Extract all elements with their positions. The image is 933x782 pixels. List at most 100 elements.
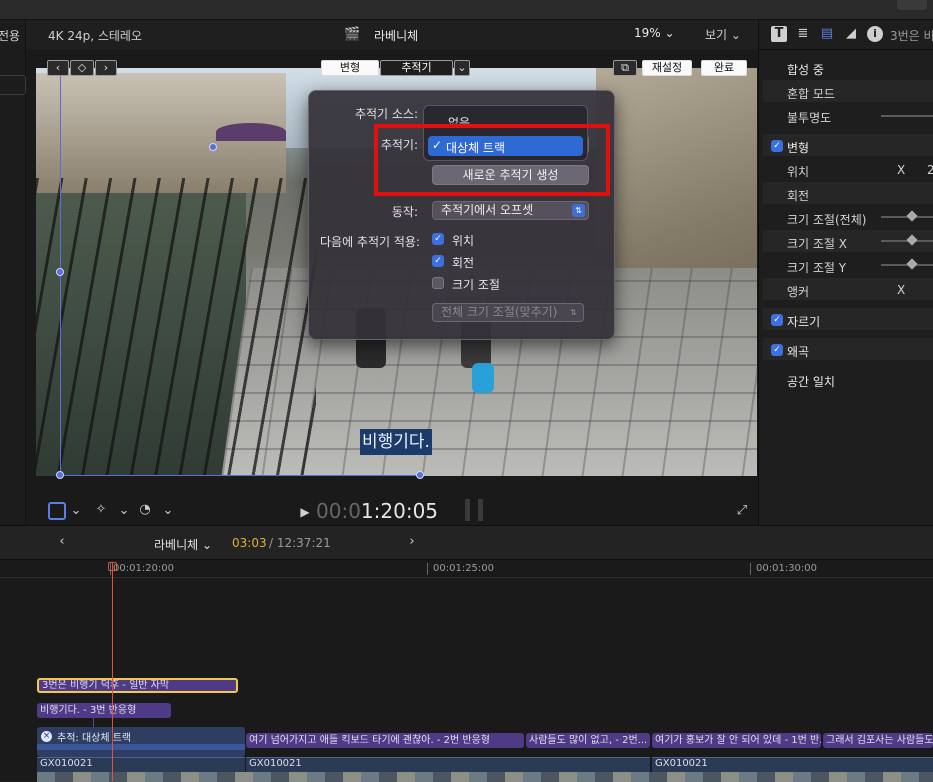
ruler-label: 00:01:30:00: [756, 563, 818, 574]
inspector-opacity: 불투명도: [787, 111, 832, 125]
filter-icon[interactable]: ◢: [843, 26, 859, 42]
window-corner-button[interactable]: [897, 0, 927, 10]
timeline-position: 03:03: [232, 536, 267, 550]
prev-keyframe-button[interactable]: ‹: [47, 60, 69, 76]
format-label: 4K 24p, 스테레오: [48, 29, 142, 43]
caption-clip[interactable]: 여기가 홍보가 잘 안 되어 있데 - 1번 반...: [652, 733, 821, 748]
audio-meter: [478, 499, 483, 521]
inspector-rotation: 회전: [787, 189, 810, 203]
ruler-tick: [427, 563, 428, 575]
transform-handle[interactable]: [416, 471, 424, 479]
inspector-scale-x: 크기 조절 X: [787, 237, 848, 251]
tracker-clip[interactable]: × 추적: 대상체 트랙: [37, 727, 245, 757]
apply-position-label: 위치: [452, 234, 475, 248]
list-icon[interactable]: ≣: [795, 26, 811, 42]
transform-enable-checkbox[interactable]: ✓: [771, 140, 783, 152]
caption-clip[interactable]: 그래서 김포사는 사람들도 잘: [823, 733, 933, 748]
transform-handle[interactable]: [56, 471, 64, 479]
inspector-blend-mode: 혼합 모드: [787, 87, 835, 101]
left-panel: 전용: [0, 20, 26, 525]
timecode-display: 00:01:20:05: [316, 499, 439, 523]
video-umbrella: [216, 123, 286, 141]
crop-mode-icon[interactable]: ⧉: [613, 60, 637, 76]
project-title: 라베니체: [374, 29, 419, 43]
video-fence: [36, 178, 316, 476]
action-label: 동작:: [391, 205, 418, 219]
play-icon[interactable]: ▶: [299, 504, 311, 520]
left-panel-label: 전용: [0, 29, 21, 43]
slider-knob[interactable]: [906, 210, 918, 222]
inspector-distort-section[interactable]: 왜곡: [787, 343, 809, 367]
apply-rotation-checkbox[interactable]: ✓: [432, 255, 444, 267]
view-menu[interactable]: 보기 ⌄: [705, 26, 741, 43]
tracker-tab[interactable]: 추적기: [380, 60, 453, 76]
ruler-label: 00:01:20:00: [113, 563, 175, 574]
video-scooter: [472, 363, 494, 393]
apply-scale-checkbox[interactable]: [432, 277, 444, 289]
chevron-down-icon[interactable]: ⌄: [162, 503, 174, 519]
inspector-anchor: 앵커: [787, 285, 810, 299]
zoom-level[interactable]: 19% ⌄: [634, 26, 675, 40]
transform-tab[interactable]: 변형: [321, 60, 379, 76]
caption-clip[interactable]: 사람들도 많이 없고, - 2번...: [526, 733, 650, 748]
chevron-right-icon[interactable]: ›: [406, 534, 418, 550]
next-keyframe-button[interactable]: ›: [95, 60, 117, 76]
magic-wand-icon[interactable]: ✧: [92, 502, 110, 518]
apply-rotation-label: 회전: [452, 256, 475, 270]
chevron-left-icon[interactable]: ‹: [56, 534, 68, 550]
playhead-handle[interactable]: [108, 562, 117, 571]
transform-tool-icon[interactable]: [48, 502, 66, 520]
tracker-clip-label: 추적: 대상체 트랙: [57, 733, 132, 744]
distort-enable-checkbox[interactable]: ✓: [771, 344, 783, 356]
viewer-header: 4K 24p, 스테레오 🎬 라베니체 19% ⌄ 보기 ⌄: [26, 20, 758, 50]
fullscreen-icon[interactable]: ⤢: [734, 503, 750, 519]
divider: [759, 49, 933, 50]
inspector-clip-title: 3번은 비: [890, 29, 933, 43]
ruler-tick: [750, 563, 751, 575]
inspector-crop-section[interactable]: 자르기: [787, 313, 820, 337]
chevron-down-icon[interactable]: ⌄: [118, 503, 130, 519]
inspector-spatial-conform[interactable]: 공간 일치: [787, 373, 835, 397]
highlight-annotation-box: [374, 124, 610, 196]
text-inspector-icon[interactable]: T: [771, 26, 787, 42]
stepper-icon: ⇅: [572, 204, 585, 217]
tracker-range-bar: [37, 744, 245, 750]
transform-handle[interactable]: [209, 143, 217, 151]
action-select[interactable]: 추적기에서 오프셋 ⇅: [432, 201, 589, 220]
add-keyframe-icon[interactable]: ◇: [70, 60, 94, 76]
close-icon[interactable]: ×: [41, 731, 52, 742]
caption-clip[interactable]: 여기 넘어가지고 애들 킥보드 타기에 괜찮아. - 2번 반응형: [246, 733, 524, 748]
info-icon[interactable]: i: [867, 26, 883, 42]
title-clip-selected[interactable]: 3번은 비행기 덕후 - 일반 자막: [37, 678, 238, 693]
anchor-x-label: X: [897, 283, 906, 297]
speed-gauge-icon[interactable]: ◔: [136, 502, 154, 518]
title-clip[interactable]: 비행기다. - 3번 반응형: [37, 703, 171, 718]
subtitle-overlay[interactable]: 비행기다.: [360, 429, 432, 455]
video-inspector-icon[interactable]: ▤: [819, 26, 835, 42]
timeline-project-menu[interactable]: 라베니체 ⌄: [154, 536, 212, 553]
timeline-header: ‹ 라베니체 ⌄ 03:03 / 12:37:21 ›: [0, 525, 933, 560]
window-top-strip: [0, 0, 933, 20]
apply-position-checkbox[interactable]: ✓: [432, 233, 444, 245]
chevron-down-icon[interactable]: ⌄: [70, 503, 82, 519]
clapper-icon: 🎬: [344, 27, 361, 42]
tracker-dropdown-icon[interactable]: ⌄: [454, 60, 470, 76]
transform-handle[interactable]: [56, 268, 64, 276]
inspector-panel: T ≣ ▤ ◢ i 3번은 비 합성 중 혼합 모드 불투명도 ✓ 변형 위치 …: [758, 20, 933, 525]
reset-button[interactable]: 재설정: [642, 60, 692, 76]
scale-mode-select[interactable]: 전체 크기 조절(맞추기) ⇅: [432, 303, 584, 322]
playhead[interactable]: [112, 562, 113, 781]
crop-enable-checkbox[interactable]: ✓: [771, 314, 783, 326]
inspector-transform-section[interactable]: 변형: [787, 139, 809, 163]
opacity-slider[interactable]: [881, 115, 933, 117]
timeline[interactable]: 00:01:20:00 00:01:25:00 00:01:30:00 3번은 …: [0, 560, 933, 782]
left-panel-field[interactable]: [0, 75, 26, 95]
tracker-source-label: 추적기 소스:: [354, 107, 418, 121]
action-value: 추적기에서 오프셋: [441, 203, 534, 217]
transform-guide-line: [60, 475, 424, 476]
done-button[interactable]: 완료: [701, 60, 747, 76]
slider-knob[interactable]: [906, 258, 918, 270]
timeline-duration: / 12:37:21: [269, 536, 331, 550]
stepper-icon: ⇅: [570, 308, 577, 317]
apply-scale-label: 크기 조절: [452, 278, 500, 292]
